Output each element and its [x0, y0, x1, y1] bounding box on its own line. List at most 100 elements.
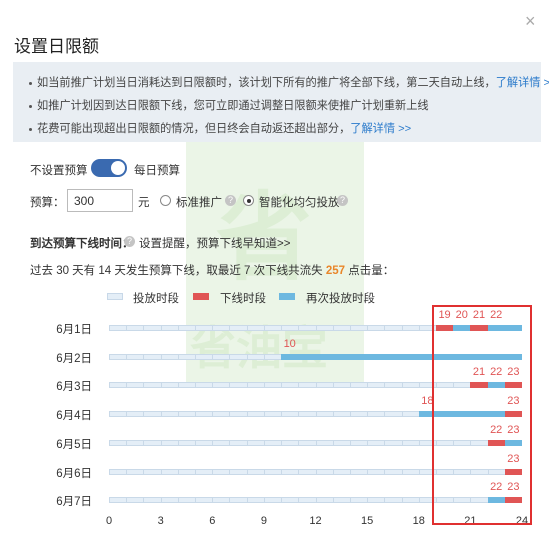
- hour-tick: [195, 497, 197, 504]
- hour-tick: [195, 325, 197, 331]
- x-tick-label: 3: [157, 515, 164, 527]
- legend-label-resume: 再次投放时段: [306, 293, 375, 305]
- hour-tick: [126, 411, 128, 418]
- budget-input[interactable]: [67, 189, 133, 212]
- hour-tick: [315, 468, 317, 475]
- hour-tick: [177, 353, 179, 360]
- learn-more-link[interactable]: 了解详情 >>: [350, 123, 411, 135]
- notice-item: 如推广计划因到达日限额下线，您可立即通过调整日限额来使推广计划重新上线: [29, 95, 541, 118]
- hour-tick: [143, 468, 145, 475]
- day-label: 6月7日: [56, 496, 92, 509]
- hour-tick: [384, 497, 386, 504]
- hour-tick: [177, 382, 179, 389]
- summary-text: 过去 30 天有 14 天发生预算下线，取最近 7 次下线共流失 257 点击量…: [30, 262, 394, 278]
- day-label: 6月2日: [56, 352, 92, 365]
- hour-tick: [160, 468, 162, 475]
- hour-tick: [298, 468, 300, 475]
- notice-text: 花费可能出现超出日限额的情况，但日终会自动返还超出部分，: [37, 123, 351, 135]
- hour-tick: [349, 411, 351, 418]
- hour-tick: [281, 439, 283, 446]
- help-icon[interactable]: ?: [337, 195, 348, 206]
- day-label: 6月3日: [56, 381, 92, 394]
- budget-toggle[interactable]: [91, 159, 127, 177]
- lost-clicks-count: 257: [325, 265, 346, 277]
- hour-tick: [126, 325, 128, 331]
- hour-tick: [332, 497, 334, 504]
- notice-item: 如当前推广计划当日消耗达到日限额时，该计划下所有的推广将全部下线，第二天自动上线…: [29, 72, 549, 95]
- hour-tick: [384, 439, 386, 446]
- help-icon[interactable]: ?: [225, 195, 236, 206]
- reminder-link[interactable]: 设置提醒，预算下线早知道>>: [139, 235, 290, 251]
- hour-tick: [126, 468, 128, 475]
- highlight-box: [432, 305, 532, 525]
- hour-tick: [315, 411, 317, 418]
- watermark-text: 省油宝: [190, 321, 328, 375]
- no-budget-label: 不设置预算: [30, 165, 88, 177]
- hour-tick: [281, 468, 283, 475]
- hour-tick: [263, 468, 265, 475]
- hour-tick: [367, 382, 369, 389]
- day-label: 6月4日: [56, 410, 92, 423]
- hour-tick: [160, 497, 162, 504]
- hour-tick: [177, 325, 179, 331]
- hour-tick: [229, 382, 231, 389]
- hour-tick: [143, 325, 145, 331]
- day-label: 6月1日: [56, 324, 92, 336]
- hour-tick: [332, 439, 334, 446]
- hour-tick: [384, 411, 386, 418]
- standard-radio[interactable]: [160, 195, 171, 206]
- notice-text: 如推广计划因到达日限额下线，您可立即通过调整日限额来使推广计划重新上线: [37, 100, 429, 112]
- hour-tick: [126, 382, 128, 389]
- hour-tick: [212, 468, 214, 475]
- hour-tick: [332, 411, 334, 418]
- legend-swatch-resume: [279, 293, 295, 300]
- hour-tick: [367, 468, 369, 475]
- hour-tick: [212, 382, 214, 389]
- hour-tick: [246, 411, 248, 418]
- help-icon[interactable]: ?: [124, 236, 135, 247]
- hour-tick: [384, 325, 386, 331]
- hour-tick: [401, 439, 403, 446]
- hour-tick: [281, 411, 283, 418]
- hour-tick: [263, 325, 265, 331]
- hour-tick: [332, 382, 334, 389]
- hour-tick: [177, 439, 179, 446]
- hour-tick: [349, 497, 351, 504]
- hour-tick: [212, 353, 214, 360]
- day-label: 6月5日: [56, 438, 92, 451]
- hour-tick: [349, 468, 351, 475]
- daily-limit-dialog: 设置日限额 × 如当前推广计划当日消耗达到日限额时，该计划下所有的推广将全部下线…: [0, 0, 549, 533]
- hour-tick: [246, 497, 248, 504]
- day-label: 6月6日: [56, 467, 92, 480]
- legend-swatch-offline: [193, 293, 209, 300]
- hour-tick: [298, 497, 300, 504]
- hour-tick: [229, 411, 231, 418]
- hour-tick: [212, 411, 214, 418]
- dialog-title: 设置日限额: [14, 37, 99, 56]
- hour-tick: [367, 497, 369, 504]
- x-tick-label: 12: [309, 515, 322, 527]
- hour-tick: [143, 411, 145, 418]
- hour-tick: [160, 411, 162, 418]
- hour-tick: [281, 382, 283, 389]
- standard-label: 标准推广: [176, 197, 222, 209]
- hour-tick: [263, 382, 265, 389]
- hour-tick: [332, 468, 334, 475]
- x-tick-label: 9: [260, 515, 267, 527]
- hour-tick: [160, 353, 162, 360]
- hour-tick: [349, 382, 351, 389]
- smart-even-radio[interactable]: [243, 195, 254, 206]
- x-tick-label: 0: [105, 515, 113, 527]
- learn-more-link[interactable]: 了解详情 >>: [496, 77, 549, 89]
- hour-tick: [349, 439, 351, 446]
- hour-tick: [263, 439, 265, 446]
- hour-tick: [195, 382, 197, 389]
- hour-tick: [160, 439, 162, 446]
- close-icon[interactable]: ×: [525, 12, 536, 30]
- hour-tick: [263, 497, 265, 504]
- hour-tick: [229, 439, 231, 446]
- hour-tick: [315, 382, 317, 389]
- hour-tick: [367, 439, 369, 446]
- hour-tick: [418, 497, 420, 504]
- hour-tick: [401, 497, 403, 504]
